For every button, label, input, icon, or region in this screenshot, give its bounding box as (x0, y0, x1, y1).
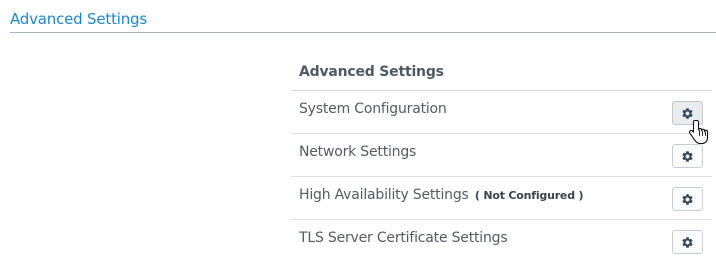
panel-title: Advanced Settings (291, 55, 712, 91)
row-label-text: High Availability Settings (299, 187, 469, 203)
gear-icon (682, 150, 693, 162)
advanced-settings-panel: Advanced Settings System Configuration N… (291, 55, 712, 262)
hand-pointer-cursor-icon (689, 119, 709, 145)
settings-row-system-configuration: System Configuration (291, 91, 712, 134)
settings-row-high-availability: High Availability Settings ( Not Configu… (291, 177, 712, 220)
row-label-text: TLS Server Certificate Settings (299, 230, 508, 246)
page-header: Advanced Settings (10, 9, 716, 33)
row-label: Network Settings (299, 143, 416, 161)
row-label: System Configuration (299, 100, 447, 118)
gear-icon (682, 107, 693, 119)
not-configured-note: ( Not Configured ) (474, 189, 584, 202)
network-settings-button[interactable] (672, 144, 703, 168)
row-label-text: System Configuration (299, 101, 447, 117)
row-label-text: Network Settings (299, 144, 417, 160)
gear-icon (682, 193, 693, 205)
tls-certificate-settings-button[interactable] (672, 230, 703, 254)
page-title: Advanced Settings (10, 10, 147, 28)
settings-row-tls-certificate: TLS Server Certificate Settings (291, 220, 712, 262)
gear-icon (682, 236, 693, 248)
high-availability-settings-button[interactable] (672, 187, 703, 211)
row-label: High Availability Settings ( Not Configu… (299, 186, 584, 205)
row-label: TLS Server Certificate Settings (299, 229, 508, 247)
settings-row-network-settings: Network Settings (291, 134, 712, 177)
